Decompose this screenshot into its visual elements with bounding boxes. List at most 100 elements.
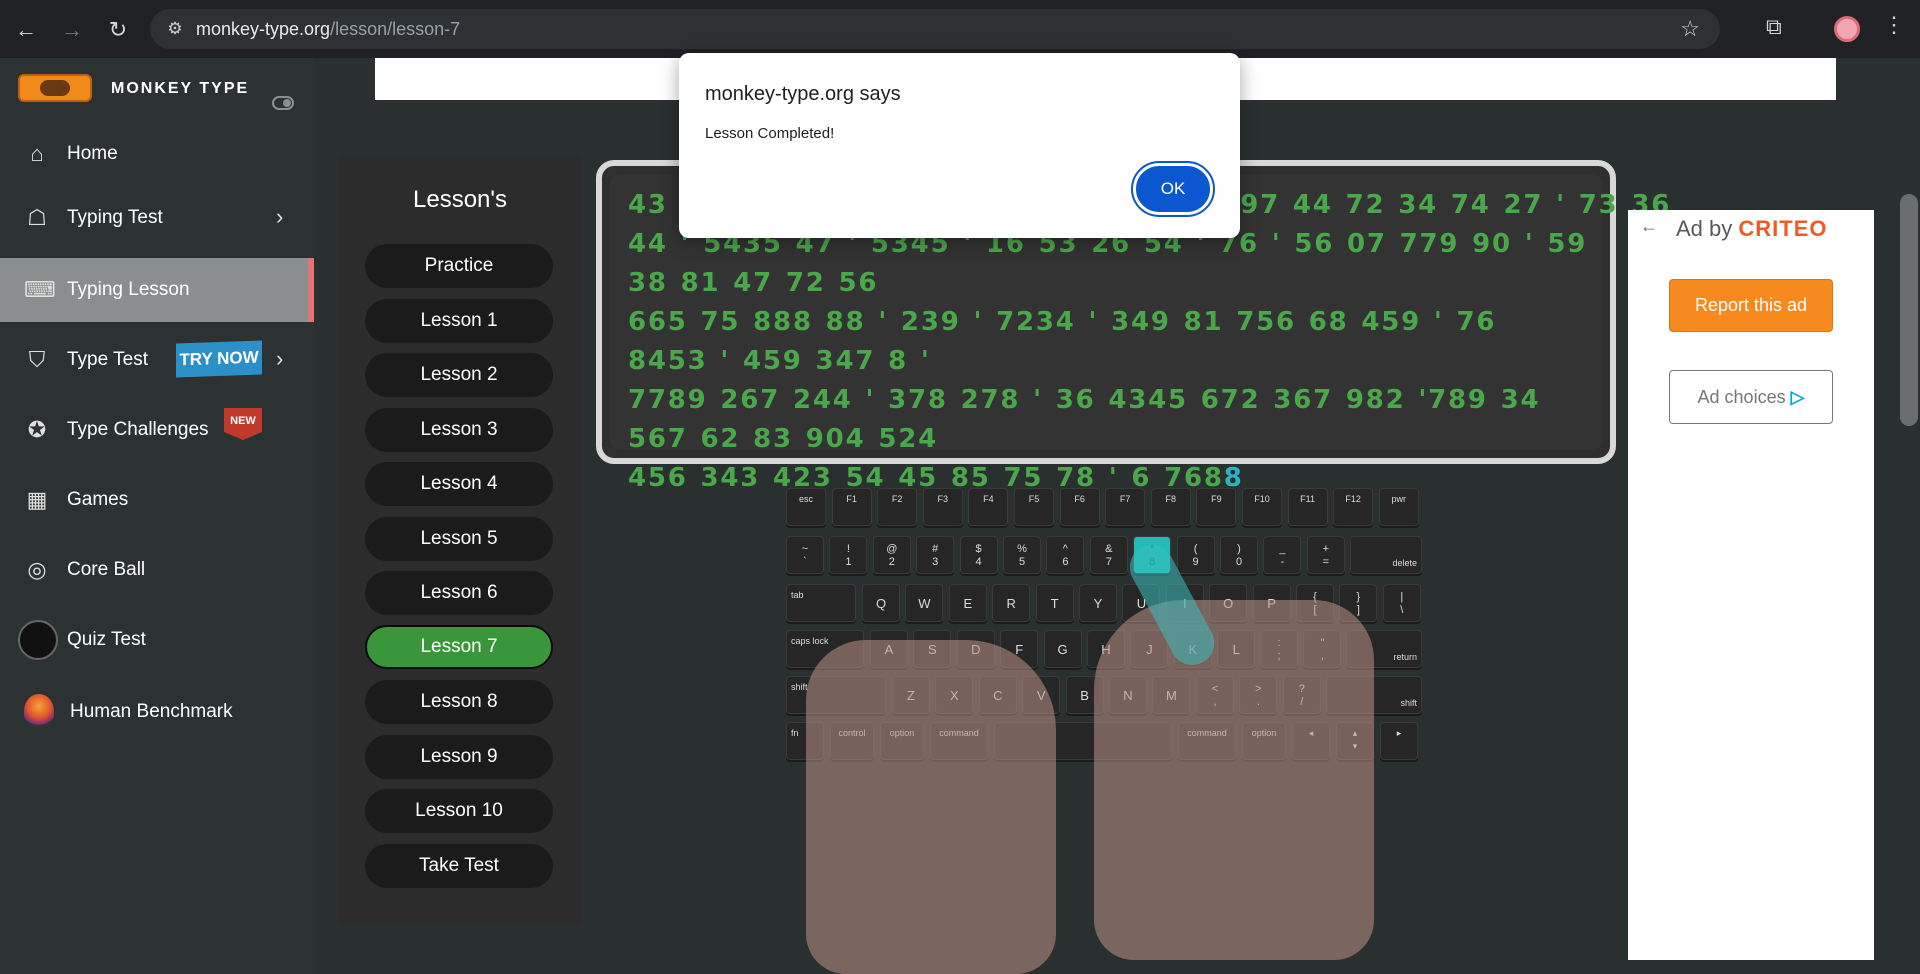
- extensions-icon[interactable]: ⧉: [1766, 14, 1782, 40]
- key-0[interactable]: ) 0: [1220, 536, 1258, 574]
- theme-toggle[interactable]: [272, 96, 294, 110]
- sidebar-item-quiz-test[interactable]: Quiz Test: [0, 608, 314, 672]
- lesson-2-button[interactable]: Lesson 2: [365, 353, 553, 397]
- lesson-1-button[interactable]: Lesson 1: [365, 299, 553, 343]
- sidebar-item-typing-lesson[interactable]: ⌨ Typing Lesson: [0, 258, 314, 322]
- sidebar-item-type-test[interactable]: ⛉ Type Test TRY NOW ›: [0, 328, 314, 392]
- lesson-10-button[interactable]: Lesson 10: [365, 789, 553, 833]
- key-r[interactable]: R: [992, 584, 1031, 622]
- sidebar-item-label: Core Ball: [67, 559, 146, 580]
- key-esc[interactable]: esc: [786, 488, 826, 526]
- address-bar[interactable]: ⚙ monkey-type.org/lesson/lesson-7 ☆: [150, 9, 1720, 49]
- key-9[interactable]: ( 9: [1176, 536, 1215, 574]
- lesson-8-button[interactable]: Lesson 8: [365, 680, 553, 724]
- key-y[interactable]: Y: [1079, 584, 1117, 622]
- key-f10[interactable]: F10: [1242, 488, 1282, 526]
- key-pwr[interactable]: pwr: [1378, 488, 1419, 526]
- key-3[interactable]: # 3: [916, 536, 955, 574]
- key-label: ) 0: [1235, 543, 1243, 568]
- key-f7[interactable]: F7: [1105, 488, 1146, 526]
- brand-name[interactable]: MONKEY TYPE: [111, 80, 249, 98]
- key-1[interactable]: ! 1: [829, 536, 868, 574]
- key-f9[interactable]: F9: [1196, 488, 1237, 526]
- kebab-menu-icon[interactable]: ⋮: [1883, 12, 1905, 38]
- lesson-practice-button[interactable]: Practice: [365, 244, 553, 288]
- key-label: $ 4: [975, 543, 982, 568]
- key-f3[interactable]: F3: [922, 488, 963, 526]
- key-4[interactable]: $ 4: [959, 536, 998, 574]
- key-2[interactable]: @ 2: [872, 536, 911, 574]
- lessons-panel: Lesson's Practice Lesson 1 Lesson 2 Less…: [338, 156, 582, 924]
- key-label: W: [918, 596, 931, 611]
- key-f12[interactable]: F12: [1333, 488, 1374, 526]
- key-f11[interactable]: F11: [1287, 488, 1328, 526]
- sidebar-item-human-benchmark[interactable]: Human Benchmark: [0, 680, 314, 744]
- lesson-3-button[interactable]: Lesson 3: [365, 408, 553, 452]
- key-arrow-right[interactable]: ▸: [1380, 722, 1418, 760]
- key-label: & 7: [1105, 543, 1113, 568]
- dialog-message: Lesson Completed!: [705, 125, 835, 142]
- key-6[interactable]: ^ 6: [1046, 536, 1085, 574]
- bulb-icon: [18, 620, 58, 660]
- key-5[interactable]: % 5: [1003, 536, 1041, 574]
- key-`[interactable]: ~ `: [786, 536, 824, 574]
- bookmark-star-icon[interactable]: ☆: [1680, 16, 1700, 42]
- key-label: F11: [1300, 494, 1316, 504]
- ad-choices-button[interactable]: Ad choices ▷: [1669, 370, 1833, 424]
- key--[interactable]: _ -: [1263, 536, 1302, 574]
- scrollbar-thumb[interactable]: [1900, 194, 1918, 426]
- key-label: # 3: [932, 543, 939, 568]
- key-f5[interactable]: F5: [1014, 488, 1054, 526]
- lesson-9-button[interactable]: Lesson 9: [365, 735, 553, 779]
- url-text[interactable]: monkey-type.org/lesson/lesson-7: [196, 19, 460, 40]
- key-label: F4: [983, 494, 994, 504]
- key-e[interactable]: E: [948, 584, 987, 622]
- key-delete[interactable]: delete: [1350, 536, 1422, 574]
- key-label: ! 1: [845, 543, 852, 568]
- lesson-4-button[interactable]: Lesson 4: [365, 462, 553, 506]
- key-label: ▸: [1396, 728, 1402, 738]
- key-label: _ -: [1279, 543, 1286, 568]
- ok-button[interactable]: OK: [1131, 161, 1215, 217]
- key-f2[interactable]: F2: [877, 488, 918, 526]
- key-label: ~ `: [801, 543, 809, 568]
- lesson-7-button[interactable]: Lesson 7: [365, 625, 553, 669]
- typing-line: 665 75 888 88 ' 239 ' 7234 ' 349 81 756 …: [628, 307, 1497, 376]
- sidebar-item-label: Quiz Test: [67, 629, 146, 650]
- left-hand-image: [806, 640, 1056, 974]
- key-f1[interactable]: F1: [831, 488, 872, 526]
- key-f4[interactable]: F4: [968, 488, 1009, 526]
- profile-avatar[interactable]: [1834, 16, 1860, 42]
- key-symbol[interactable]: | \: [1382, 584, 1421, 622]
- key-q[interactable]: Q: [862, 584, 900, 622]
- take-test-button[interactable]: Take Test: [365, 844, 553, 888]
- key-tab[interactable]: tab: [786, 584, 856, 622]
- key-7[interactable]: & 7: [1089, 536, 1128, 574]
- key-label: F2: [891, 494, 903, 504]
- reload-icon[interactable]: ↻: [102, 14, 134, 46]
- key-t[interactable]: T: [1035, 584, 1074, 622]
- key-label: F8: [1165, 494, 1177, 504]
- forward-icon[interactable]: →: [56, 14, 88, 46]
- sidebar-item-typing-test[interactable]: ☖ Typing Test ›: [0, 186, 314, 250]
- back-arrow-icon[interactable]: ←: [1640, 216, 1658, 237]
- sidebar-item-home[interactable]: ⌂ Home: [0, 122, 314, 186]
- lesson-5-button[interactable]: Lesson 5: [365, 517, 553, 561]
- report-ad-button[interactable]: Report this ad: [1669, 279, 1833, 332]
- lesson-6-button[interactable]: Lesson 6: [365, 571, 553, 615]
- key-label: + =: [1322, 543, 1330, 568]
- sidebar-item-games[interactable]: ▦ Games: [0, 468, 314, 532]
- alert-dialog: monkey-type.org says Lesson Completed! O…: [679, 53, 1240, 238]
- key-w[interactable]: W: [905, 584, 944, 622]
- site-settings-icon[interactable]: ⚙: [164, 18, 186, 40]
- sidebar-item-type-challenges[interactable]: ✪ Type Challenges NEW: [0, 398, 314, 462]
- sidebar-item-core-ball[interactable]: ◎ Core Ball: [0, 538, 314, 602]
- key-g[interactable]: G: [1043, 630, 1082, 668]
- browser-toolbar: ← → ↻ ⚙ monkey-type.org/lesson/lesson-7 …: [0, 0, 1920, 58]
- key-f6[interactable]: F6: [1059, 488, 1100, 526]
- ad-choices-icon: ▷: [1790, 387, 1805, 407]
- key-f8[interactable]: F8: [1150, 488, 1191, 526]
- monkey-logo[interactable]: [18, 74, 92, 102]
- key-=[interactable]: + =: [1306, 536, 1345, 574]
- back-icon[interactable]: ←: [10, 14, 42, 46]
